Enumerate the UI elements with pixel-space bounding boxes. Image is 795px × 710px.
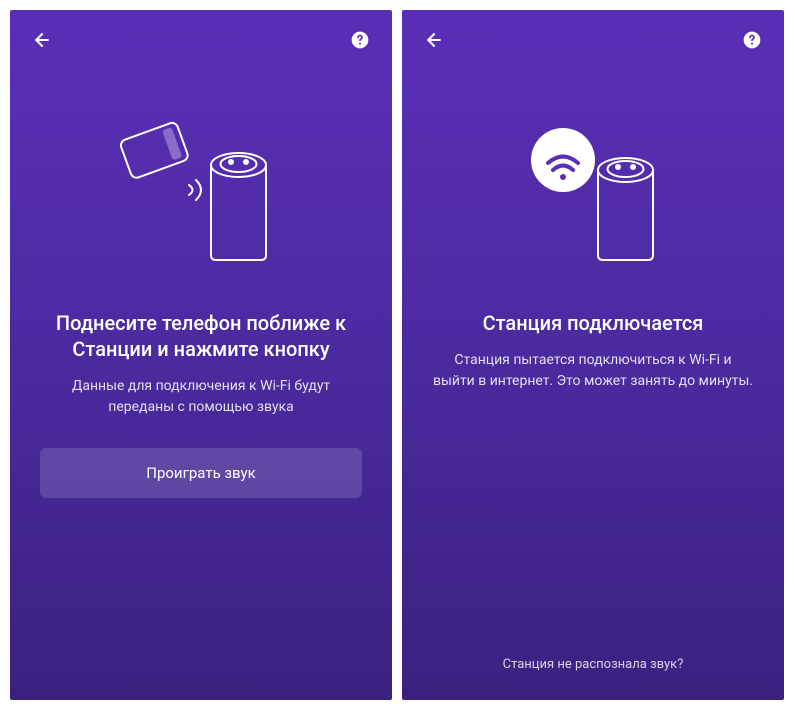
top-bar: [402, 10, 784, 70]
page-subtitle: Станция пытается подключиться к Wi-Fi и …: [432, 350, 754, 392]
top-bar: [10, 10, 392, 70]
setup-screen-connecting: Станция подключается Станция пытается по…: [402, 10, 784, 700]
play-sound-button[interactable]: Проиграть звук: [40, 448, 362, 498]
setup-screen-play-sound: Поднесите телефон поближе к Станции и на…: [10, 10, 392, 700]
back-icon[interactable]: [422, 28, 446, 52]
illustration-wifi-speaker: [402, 90, 784, 290]
page-title: Поднесите телефон поближе к Станции и на…: [40, 310, 362, 362]
content-area: Поднесите телефон поближе к Станции и на…: [10, 310, 392, 418]
content-area: Станция подключается Станция пытается по…: [402, 310, 784, 392]
help-icon[interactable]: [740, 28, 764, 52]
troubleshoot-link[interactable]: Станция не распознала звук?: [402, 657, 784, 672]
page-title: Станция подключается: [432, 310, 754, 336]
back-icon[interactable]: [30, 28, 54, 52]
illustration-phone-speaker: [10, 90, 392, 290]
help-icon[interactable]: [348, 28, 372, 52]
page-subtitle: Данные для подключения к Wi-Fi будут пер…: [40, 376, 362, 418]
